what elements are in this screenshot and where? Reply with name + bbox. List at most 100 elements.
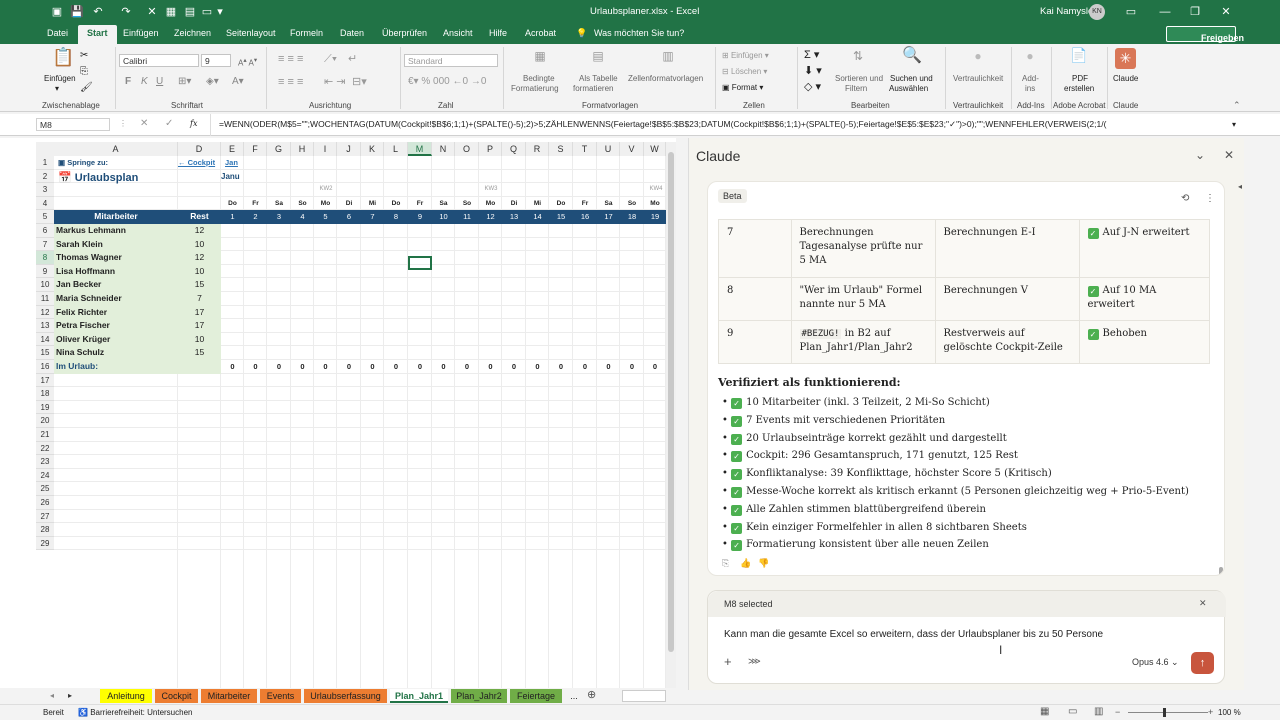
next-sheet-icon[interactable]: ▸ (68, 691, 72, 700)
italic-button[interactable]: K (141, 77, 148, 87)
font-name-select[interactable]: Calibri (119, 54, 199, 67)
tab-acrobat[interactable]: Acrobat (525, 28, 556, 38)
addins-label-2[interactable]: ins (1025, 84, 1035, 94)
row-header[interactable]: 2 (36, 169, 54, 184)
save-icon[interactable]: 💾 (69, 4, 85, 20)
cond-format-label-1[interactable]: Bedingte (523, 74, 555, 84)
cell-styles-label[interactable]: Zellenformatvorlagen (628, 74, 703, 84)
add-attachment-icon[interactable]: + (724, 654, 732, 669)
font-color-icon[interactable]: A▾ (232, 77, 244, 87)
orientation-icon[interactable]: ⟋▾ (324, 54, 337, 65)
row-header[interactable]: 25 (36, 482, 54, 496)
cancel-icon[interactable]: ✕ (140, 119, 148, 129)
page-break-icon[interactable]: ▥ (1094, 706, 1103, 717)
pdf-icon[interactable]: 📄 (1068, 47, 1090, 69)
undo-icon[interactable]: ↶ (90, 4, 106, 20)
fill-icon[interactable]: ⬇ ▾ (804, 66, 822, 77)
horizontal-scrollbar[interactable] (622, 690, 666, 702)
message-input[interactable]: Kann man die gesamte Excel so erweitern,… (724, 629, 1204, 640)
align-top-icon[interactable]: ≡ ≡ ≡ (278, 54, 303, 65)
tab-events[interactable]: Events (260, 689, 301, 703)
align-left-icon[interactable]: ≡ ≡ ≡ (278, 77, 303, 88)
tab-einfuegen[interactable]: Einfügen (123, 28, 159, 38)
column-header[interactable]: F (244, 142, 267, 156)
sort-label-2[interactable]: Filtern (845, 84, 867, 94)
formula-input[interactable]: =WENN(ODER(M$5="";WOCHENTAG(DATUM(Cockpi… (219, 119, 1229, 130)
normal-view-icon[interactable]: ▦ (1040, 706, 1049, 717)
border-icon[interactable]: ⊞▾ (178, 77, 191, 87)
tab-plan-jahr1[interactable]: Plan_Jahr1 (390, 689, 448, 703)
row-header[interactable]: 29 (36, 536, 54, 551)
row-header[interactable]: 21 (36, 428, 54, 442)
thumbs-up-icon[interactable]: 👍 (740, 558, 751, 569)
fx-button[interactable]: fx (190, 119, 197, 129)
column-header[interactable]: L (384, 142, 408, 156)
row-header[interactable]: 19 (36, 400, 54, 415)
column-header[interactable]: O (455, 142, 479, 156)
chat-scrollbar[interactable] (1219, 567, 1223, 575)
copy-response-icon[interactable]: ⎘ (722, 558, 729, 569)
zoom-level[interactable]: 100 % (1218, 708, 1241, 717)
grid-icon[interactable]: ▤ (182, 4, 198, 20)
panel-side-arrow-icon[interactable]: ◂ (1238, 182, 1242, 191)
delete-cells-button[interactable]: ⊟ Löschen ▾ (722, 67, 767, 77)
cell-styles-icon[interactable]: ▥ (658, 48, 678, 64)
column-header[interactable]: W (644, 142, 666, 156)
row-header[interactable]: 9 (36, 264, 54, 279)
row-header[interactable]: 3 (36, 183, 54, 197)
column-header[interactable]: G (267, 142, 291, 156)
row-header[interactable]: 16 (36, 360, 54, 374)
scrollbar-thumb[interactable] (668, 152, 674, 652)
tab-mitarbeiter[interactable]: Mitarbeiter (201, 689, 257, 703)
column-header[interactable]: U (597, 142, 620, 156)
cockpit-link[interactable]: ← Cockpit (178, 156, 221, 169)
row-header[interactable]: 10 (36, 278, 54, 292)
sensitivity-label[interactable]: Vertraulichkeit (953, 74, 1003, 84)
chat-history-icon[interactable]: ⟲ (1181, 193, 1189, 204)
row-header[interactable]: 24 (36, 468, 54, 483)
grow-font-icon[interactable]: A▴ A▾ (238, 56, 257, 69)
row-header[interactable]: 5 (36, 210, 54, 224)
row-header[interactable]: 1 (36, 156, 54, 170)
column-header[interactable]: M (408, 142, 432, 156)
find-label-1[interactable]: Suchen und (890, 74, 933, 84)
format-painter-icon[interactable]: ✕ (144, 4, 160, 20)
format-painter-brush-icon[interactable]: 🖌 (80, 80, 93, 96)
tab-zeichnen[interactable]: Zeichnen (174, 28, 211, 38)
restore-icon[interactable]: ❐ (1187, 4, 1203, 20)
addins-label-1[interactable]: Add- (1022, 74, 1039, 84)
format-as-table-icon[interactable]: ▤ (588, 48, 608, 64)
select-all-corner[interactable] (36, 142, 54, 156)
enter-icon[interactable]: ✓ (165, 119, 173, 129)
chat-menu-icon[interactable]: ⋮ (1205, 193, 1215, 204)
column-header[interactable]: I (314, 142, 337, 156)
page-layout-icon[interactable]: ▭ (1068, 706, 1077, 717)
row-header[interactable]: 12 (36, 305, 54, 320)
customize-qat-icon[interactable]: ▾ (212, 4, 228, 20)
column-header[interactable]: D (178, 142, 221, 156)
sort-label-1[interactable]: Sortieren und (835, 74, 883, 84)
column-header[interactable]: T (573, 142, 597, 156)
insert-cells-button[interactable]: ⊞ Einfügen ▾ (722, 51, 769, 61)
thumbs-down-icon[interactable]: 👎 (758, 558, 769, 569)
tab-feiertage[interactable]: Feiertage (510, 689, 562, 703)
redo-icon[interactable]: ↷ (118, 4, 134, 20)
indent-icon[interactable]: ⇤ ⇥ (324, 77, 346, 88)
row-header[interactable]: 11 (36, 292, 54, 306)
collapse-ribbon-icon[interactable]: ⌃ (1233, 100, 1241, 110)
paste-icon[interactable]: 📋 (52, 48, 74, 71)
row-header[interactable]: 18 (36, 387, 54, 401)
zoom-slider-thumb[interactable] (1163, 708, 1166, 717)
row-header[interactable]: 4 (36, 196, 54, 211)
ribbon-display-icon[interactable]: ▭ (1123, 4, 1139, 20)
minimize-icon[interactable]: — (1157, 4, 1173, 20)
column-header[interactable]: J (337, 142, 361, 156)
add-sheet-icon[interactable]: ⊕ (587, 688, 596, 701)
bold-button[interactable]: F (125, 77, 131, 87)
tell-me-input[interactable]: Was möchten Sie tun? (594, 28, 684, 38)
model-selector[interactable]: Opus 4.6 ⌄ (1132, 657, 1179, 668)
row-header[interactable]: 15 (36, 346, 54, 360)
autosum-icon[interactable]: Σ ▾ (804, 50, 819, 61)
column-header[interactable]: P (479, 142, 502, 156)
as-table-label-1[interactable]: Als Tabelle (579, 74, 618, 84)
